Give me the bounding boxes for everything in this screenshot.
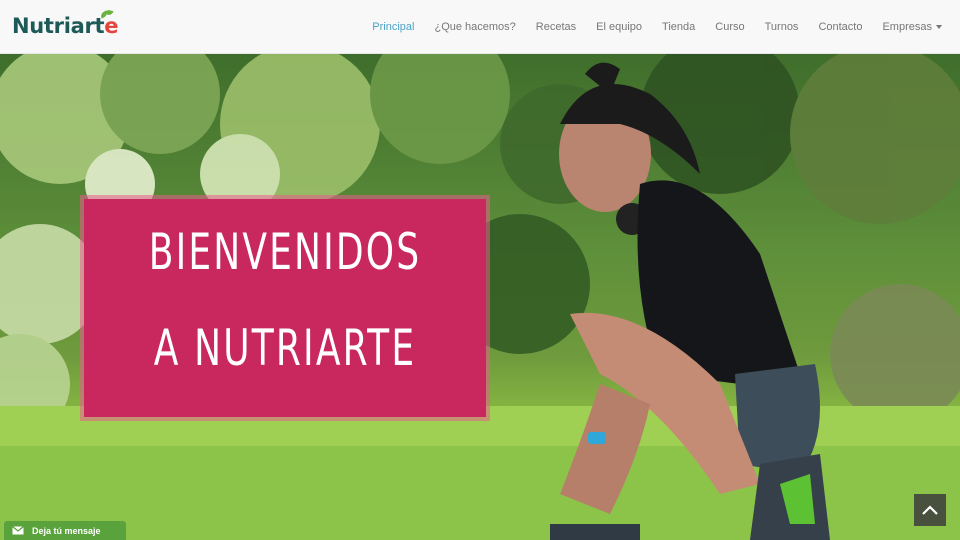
nav-principal[interactable]: Principal bbox=[362, 0, 424, 54]
hero-section: BIENVENIDOS A NUTRIARTE bbox=[0, 54, 960, 540]
nav-empresas-label: Empresas bbox=[882, 21, 932, 33]
nav-curso[interactable]: Curso bbox=[705, 0, 754, 54]
nav-turnos[interactable]: Turnos bbox=[755, 0, 809, 54]
logo-text-accent: e bbox=[104, 14, 119, 38]
chevron-up-icon bbox=[922, 505, 938, 515]
nav-empresas[interactable]: Empresas bbox=[872, 0, 952, 54]
main-nav: Principal ¿Que hacemos? Recetas El equip… bbox=[362, 0, 952, 54]
banner-title-line1: BIENVENIDOS bbox=[148, 223, 422, 281]
top-navbar: Nutriart e Principal ¿Que hacemos? Recet… bbox=[0, 0, 960, 54]
nav-contacto[interactable]: Contacto bbox=[808, 0, 872, 54]
nav-que-hacemos[interactable]: ¿Que hacemos? bbox=[424, 0, 525, 54]
nav-tienda[interactable]: Tienda bbox=[652, 0, 705, 54]
nav-recetas[interactable]: Recetas bbox=[526, 0, 586, 54]
envelope-icon bbox=[12, 526, 24, 535]
banner-title-line2: A NUTRIARTE bbox=[153, 319, 417, 377]
nav-el-equipo[interactable]: El equipo bbox=[586, 0, 652, 54]
site-logo[interactable]: Nutriart e bbox=[12, 8, 119, 42]
welcome-banner: BIENVENIDOS A NUTRIARTE bbox=[84, 199, 486, 417]
caret-down-icon bbox=[936, 25, 942, 30]
logo-text: Nutriart bbox=[12, 14, 105, 38]
leave-message-button[interactable]: Deja tú mensaje bbox=[4, 521, 126, 540]
leave-message-label: Deja tú mensaje bbox=[32, 525, 101, 536]
scroll-to-top-button[interactable] bbox=[914, 494, 946, 526]
